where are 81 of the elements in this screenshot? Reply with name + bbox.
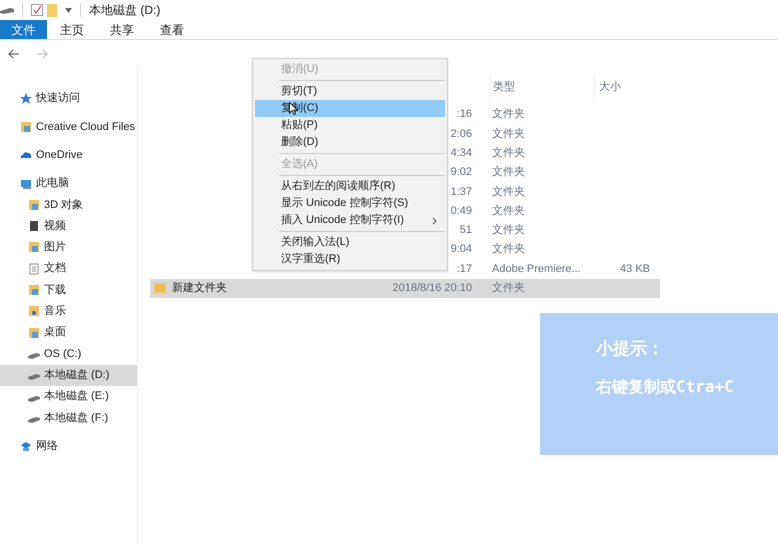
network-icon	[20, 440, 32, 452]
folder-icon	[28, 241, 40, 254]
nav-item[interactable]: 3D 对象	[0, 194, 137, 216]
nav-item[interactable]: OneDrive	[0, 144, 137, 166]
nav-item[interactable]: Creative Cloud Files	[0, 116, 137, 138]
nav-item[interactable]: 音乐	[0, 300, 137, 322]
nav-item[interactable]: 本地磁盘 (F:)	[0, 407, 137, 428]
ribbon-tab[interactable]: 共享	[97, 20, 147, 39]
type-cell-text: 文件夹	[491, 164, 526, 180]
star-icon	[20, 92, 32, 105]
date-cell-text: 9:04	[450, 242, 472, 258]
date-cell-text: :17	[456, 262, 472, 277]
hint-text: 右键复制或Ctra+C	[596, 376, 734, 398]
date-cell-text: 0:49	[450, 204, 472, 219]
file-row[interactable]: :17 Adobe Premiere... 43 KB	[448, 259, 660, 279]
window-title: 本地磁盘 (D:)	[89, 2, 160, 19]
type-cell-text: Adobe Premiere...	[491, 262, 582, 277]
folder-icon	[28, 326, 40, 339]
nav-item[interactable]: 文档	[0, 258, 137, 280]
date-cell-text: 1:37	[450, 184, 472, 200]
file-row[interactable]: 4:34 文件夹	[448, 144, 660, 163]
back-arrow-icon[interactable]	[8, 49, 20, 59]
ribbon-tab[interactable]: 主页	[47, 20, 97, 39]
nav-item[interactable]: 下载	[0, 279, 137, 301]
file-row[interactable]: 2:06 文件夹	[448, 124, 660, 144]
film-icon	[28, 220, 40, 232]
folder-icon	[28, 198, 40, 211]
date-cell-text: 4:34	[450, 146, 472, 161]
date-cell-text: 2:06	[450, 126, 472, 142]
file-row[interactable]: 9:02 文件夹	[448, 162, 660, 182]
type-cell-text: 文件夹	[491, 204, 526, 219]
column-header[interactable]: 类型	[490, 75, 594, 99]
nav-item[interactable]: 此电脑	[0, 172, 137, 194]
document-icon	[28, 262, 40, 275]
file-row[interactable]: 1:37 文件夹	[448, 182, 660, 202]
hint-title: 小提示：	[596, 338, 664, 361]
file-name: 新建文件夹	[172, 280, 227, 296]
file-row[interactable]: 0:49 文件夹	[448, 201, 660, 221]
folder-icon	[154, 283, 166, 294]
menu-item[interactable]: 插入 Unicode 控制字符(I)	[255, 212, 445, 229]
menu-item[interactable]: 汉字重选(R)	[255, 251, 445, 268]
menu-item[interactable]: 显示 Unicode 控制字符(S)	[255, 195, 445, 212]
folder-icon	[28, 284, 40, 296]
folder-icon	[20, 120, 32, 133]
file-row[interactable]: 9:04 文件夹	[448, 240, 660, 260]
checkbox-icon[interactable]	[31, 4, 43, 16]
nav-item[interactable]: 图片	[0, 236, 137, 258]
menu-item[interactable]: 从右到左的阅读顺序(R)	[255, 178, 445, 195]
type-cell-text: 文件夹	[491, 106, 526, 122]
date-cell-text: :16	[456, 107, 472, 122]
type-cell-text: 文件夹	[491, 146, 526, 161]
file-row[interactable]: 新建文件夹 2018/8/16 20:10 文件夹	[150, 278, 660, 298]
type-cell-text: 文件夹	[491, 280, 526, 296]
music-folder-icon	[28, 305, 40, 318]
file-row[interactable]: 51 文件夹	[448, 220, 660, 240]
nav-item[interactable]: 快速访问	[0, 88, 137, 110]
date-cell-text: 9:02	[450, 165, 472, 180]
menu-item[interactable]: 粘贴(P)	[255, 117, 445, 134]
nav-item[interactable]: 视频	[0, 215, 137, 237]
nav-item[interactable]: OS (C:)	[0, 343, 137, 365]
type-cell-text: 文件夹	[491, 184, 526, 200]
menu-item[interactable]: 关闭输入法(L)	[255, 234, 445, 251]
nav-item[interactable]: 本地磁盘 (D:)	[0, 364, 137, 386]
file-menu-button[interactable]: 文件	[0, 20, 47, 39]
dropdown-icon[interactable]	[65, 8, 72, 12]
date-cell-text: 2018/8/16 20:10	[392, 281, 472, 296]
ribbon-tab[interactable]: 查看	[147, 20, 197, 39]
computer-icon	[20, 178, 32, 190]
file-row[interactable]: :16 文件夹	[448, 105, 660, 124]
menu-item[interactable]: 删除(D)	[255, 134, 445, 151]
menu-item[interactable]: 剪切(T)	[255, 83, 445, 100]
column-header[interactable]: 大小	[594, 75, 660, 99]
date-cell-text: 51	[460, 223, 472, 238]
size-cell-text: 43 KB	[619, 262, 650, 277]
nav-item[interactable]: 网络	[0, 435, 137, 457]
drive-icon	[0, 6, 14, 14]
nav-item[interactable]: 桌面	[0, 322, 137, 344]
type-cell-text: 文件夹	[491, 222, 526, 238]
type-cell-text: 文件夹	[491, 242, 526, 258]
type-cell-text: 文件夹	[491, 126, 526, 142]
nav-item[interactable]: 本地磁盘 (E:)	[0, 386, 137, 408]
